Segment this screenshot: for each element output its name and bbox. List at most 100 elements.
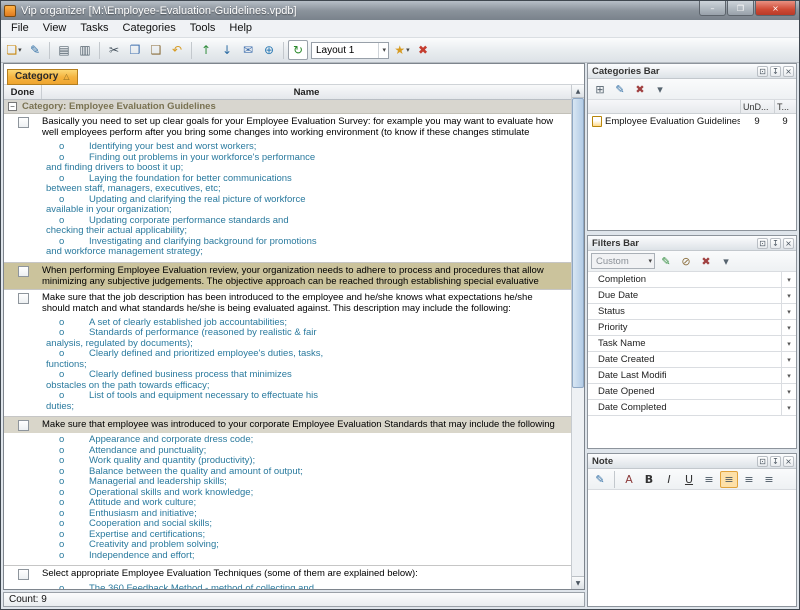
filter-row-task-name[interactable]: Task Name▾	[588, 336, 796, 352]
filter-field-label: Task Name	[588, 338, 781, 349]
print-preview-icon[interactable]: ▥	[75, 40, 95, 60]
sync-icon[interactable]: ↻	[288, 40, 308, 60]
menu-item-view[interactable]: View	[36, 21, 74, 36]
task-checkbox[interactable]	[18, 420, 29, 431]
email-icon[interactable]: ✉	[238, 40, 258, 60]
filter-dropdown-icon[interactable]: ▾	[781, 368, 796, 383]
panel-close-icon[interactable]: ×	[783, 66, 794, 77]
undo-icon[interactable]: ↶	[167, 40, 187, 60]
menu-item-categories[interactable]: Categories	[116, 21, 183, 36]
collapse-group-icon[interactable]: −	[8, 102, 17, 111]
cut-icon[interactable]: ✂	[104, 40, 124, 60]
filter-dropdown-icon[interactable]: ▾	[781, 400, 796, 415]
font-icon[interactable]: A	[620, 471, 638, 488]
filter-row-date-opened[interactable]: Date Opened▾	[588, 384, 796, 400]
panel-close-icon[interactable]: ×	[783, 456, 794, 467]
task-row[interactable]: Select appropriate Employee Evaluation T…	[4, 566, 571, 589]
delete-icon[interactable]: ✖	[413, 40, 433, 60]
task-checkbox[interactable]	[18, 293, 29, 304]
task-checkbox[interactable]	[18, 569, 29, 580]
filter-row-date-last-modifi[interactable]: Date Last Modifi▾	[588, 368, 796, 384]
copy-icon[interactable]: ❐	[125, 40, 145, 60]
filter-row-completion[interactable]: Completion▾	[588, 272, 796, 288]
add-category-icon[interactable]: ⊞	[591, 81, 609, 98]
move-up-icon[interactable]: ↑	[196, 40, 216, 60]
layout-select[interactable]: Layout 1▾	[311, 42, 389, 59]
customize-icon[interactable]: ★▾	[392, 40, 412, 60]
delete-filter-icon[interactable]: ✖	[697, 253, 715, 270]
note-title: Note	[592, 456, 757, 467]
close-button[interactable]: ×	[755, 1, 796, 16]
categories-column-undone[interactable]: UnD...	[740, 100, 774, 113]
scroll-down-button[interactable]: ▼	[572, 576, 584, 589]
categories-column-total[interactable]: T...	[774, 100, 796, 113]
edit-category-icon[interactable]: ✎	[611, 81, 629, 98]
edit-filter-icon[interactable]: ✎	[657, 253, 675, 270]
panel-close-icon[interactable]: ×	[783, 238, 794, 249]
filters-menu-dropdown-icon[interactable]: ▾	[717, 253, 735, 270]
scroll-up-button[interactable]: ▲	[572, 85, 584, 98]
underline-icon[interactable]: U	[680, 471, 698, 488]
group-by-category-button[interactable]: Category △	[7, 69, 78, 85]
filter-dropdown-icon[interactable]: ▾	[781, 336, 796, 351]
filter-row-date-created[interactable]: Date Created▾	[588, 352, 796, 368]
maximize-button[interactable]: ❐	[727, 1, 754, 16]
panel-menu-icon[interactable]: ⊡	[757, 238, 768, 249]
column-header-name[interactable]: Name	[42, 85, 571, 99]
align-right-icon[interactable]: ≡	[740, 471, 758, 488]
panel-menu-icon[interactable]: ⊡	[757, 456, 768, 467]
paste-icon[interactable]: ❑	[146, 40, 166, 60]
filter-dropdown-icon[interactable]: ▾	[781, 320, 796, 335]
panel-pin-icon[interactable]: ↧	[770, 238, 781, 249]
task-row[interactable]: Basically you need to set up clear goals…	[4, 114, 571, 263]
category-list-item[interactable]: Employee Evaluation Guidelines99	[588, 114, 796, 129]
category-group-row[interactable]: − Category: Employee Evaluation Guidelin…	[4, 100, 571, 114]
print-icon[interactable]: ▤	[54, 40, 74, 60]
categories-column-name[interactable]	[588, 100, 740, 113]
menu-item-tools[interactable]: Tools	[183, 21, 223, 36]
menu-item-tasks[interactable]: Tasks	[73, 21, 115, 36]
filter-row-priority[interactable]: Priority▾	[588, 320, 796, 336]
column-header-done[interactable]: Done	[4, 85, 42, 99]
bullet-list-icon[interactable]: ≡	[760, 471, 778, 488]
task-checkbox[interactable]	[18, 266, 29, 277]
task-body-row: Make sure that employee was introduced t…	[4, 417, 571, 433]
task-sublines: oIdentifying your best and worst workers…	[4, 140, 571, 262]
edit-task-icon[interactable]: ✎	[25, 40, 45, 60]
filter-dropdown-icon[interactable]: ▾	[781, 352, 796, 367]
align-left-icon[interactable]: ≡	[700, 471, 718, 488]
delete-category-icon[interactable]: ✖	[631, 81, 649, 98]
filter-row-status[interactable]: Status▾	[588, 304, 796, 320]
filter-row-due-date[interactable]: Due Date▾	[588, 288, 796, 304]
filter-dropdown-icon[interactable]: ▾	[781, 272, 796, 287]
bold-icon[interactable]: B	[640, 471, 658, 488]
clear-filter-icon[interactable]: ⊘	[677, 253, 695, 270]
layout-select-dropdown-icon[interactable]: ▾	[378, 43, 386, 58]
task-row[interactable]: Make sure that employee was introduced t…	[4, 417, 571, 566]
filter-dropdown-icon[interactable]: ▾	[781, 384, 796, 399]
edit-note-icon[interactable]: ✎	[591, 471, 609, 488]
task-row[interactable]: Make sure that the job description has b…	[4, 290, 571, 418]
task-checkbox[interactable]	[18, 117, 29, 128]
menu-item-file[interactable]: File	[4, 21, 36, 36]
panel-pin-icon[interactable]: ↧	[770, 66, 781, 77]
vertical-scrollbar[interactable]: ▲ ▼	[571, 85, 584, 589]
panel-menu-icon[interactable]: ⊡	[757, 66, 768, 77]
filter-preset-select[interactable]: Custom ▾	[591, 253, 655, 269]
italic-icon[interactable]: I	[660, 471, 678, 488]
filter-dropdown-icon[interactable]: ▾	[781, 304, 796, 319]
filter-dropdown-icon[interactable]: ▾	[781, 288, 796, 303]
categories-menu-dropdown-icon[interactable]: ▾	[651, 81, 669, 98]
web-icon[interactable]: ⊕	[259, 40, 279, 60]
scrollbar-thumb[interactable]	[572, 98, 584, 388]
move-down-icon[interactable]: ↓	[217, 40, 237, 60]
align-center-icon[interactable]: ≡	[720, 471, 738, 488]
panel-pin-icon[interactable]: ↧	[770, 456, 781, 467]
menu-item-help[interactable]: Help	[222, 21, 259, 36]
filter-preset-dropdown-icon[interactable]: ▾	[648, 257, 652, 265]
minimize-button[interactable]: –	[699, 1, 726, 16]
filter-row-date-completed[interactable]: Date Completed▾	[588, 400, 796, 416]
task-row[interactable]: When performing Employee Evaluation revi…	[4, 263, 571, 290]
note-editor[interactable]	[588, 490, 796, 606]
new-task-icon[interactable]: ❏▾	[4, 40, 24, 60]
